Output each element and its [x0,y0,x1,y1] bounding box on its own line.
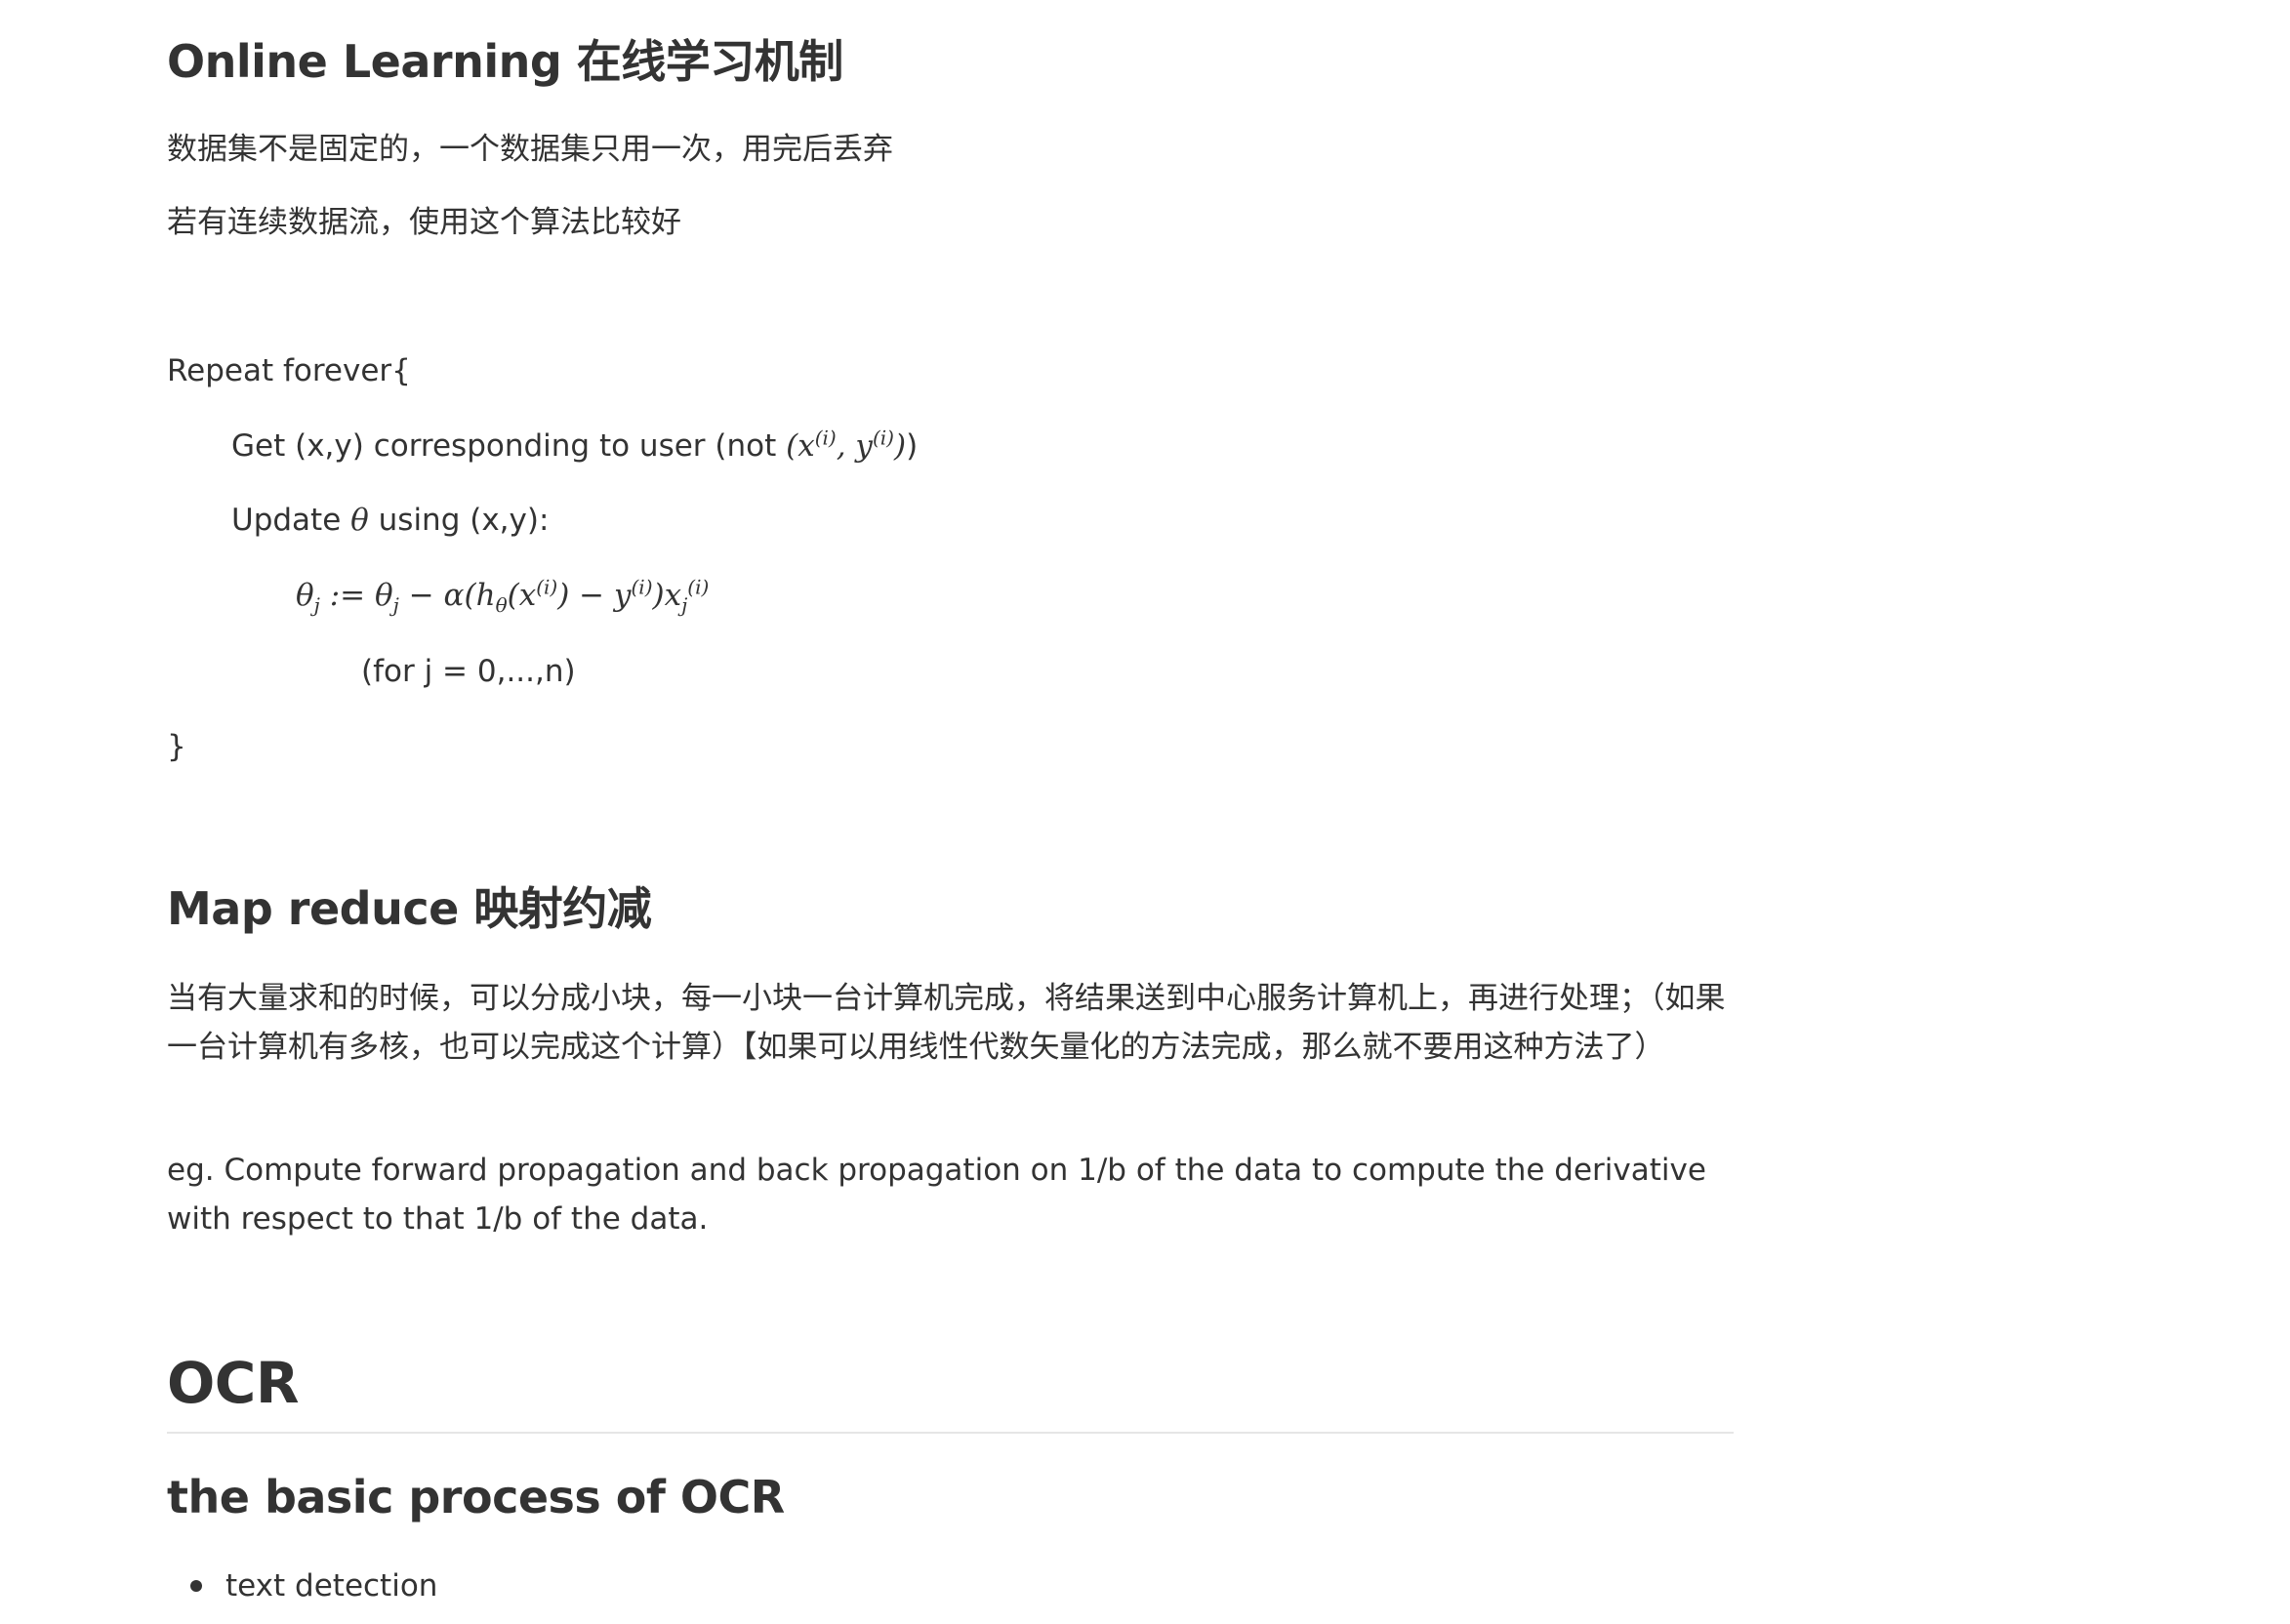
code-repeat-line: Repeat forever{ [167,353,411,388]
ocr-process-list: text detection [167,1562,437,1610]
ocr-heading-divider [167,1432,1734,1434]
online-learning-desc-1: 数据集不是固定的，一个数据集只用一次，用完后丢弃 [167,132,893,167]
online-learning-heading: Online Learning 在线学习机制 [167,35,843,88]
code-get-line: Get (x,y) corresponding to user (not (x(… [231,422,918,470]
bullet-icon [190,1580,202,1592]
online-learning-desc-2: 若有连续数据流，使用这个算法比较好 [167,205,681,240]
code-get-suffix: ) [906,428,919,464]
code-update-line: Update θ using (x,y): [231,496,549,545]
code-get-prefix: Get (x,y) corresponding to user (not [231,428,787,464]
sample-formula: (x(i), y(i)) [786,426,907,464]
map-reduce-desc: 当有大量求和的时候，可以分成小块，每一小块一台计算机完成，将结果送到中心服务计算… [167,981,1726,1065]
ocr-basic-process-heading: the basic process of OCR [167,1471,785,1523]
list-item: text detection [167,1562,437,1610]
code-update-suffix: using (x,y): [368,503,550,538]
code-close-brace: } [167,729,186,764]
theta-symbol: θ [350,503,369,538]
ocr-heading: OCR [167,1350,300,1416]
map-reduce-example: eg. Compute forward propagation and back… [167,1153,1706,1237]
code-for-j-line: (for j = 0,...,n) [361,654,576,689]
map-reduce-heading: Map reduce 映射约减 [167,882,652,935]
update-formula: θj := θj − α(hθ(x(i)) − y(i))xj(i) [296,575,710,618]
list-item-label: text detection [225,1568,438,1604]
code-update-prefix: Update [231,503,351,538]
